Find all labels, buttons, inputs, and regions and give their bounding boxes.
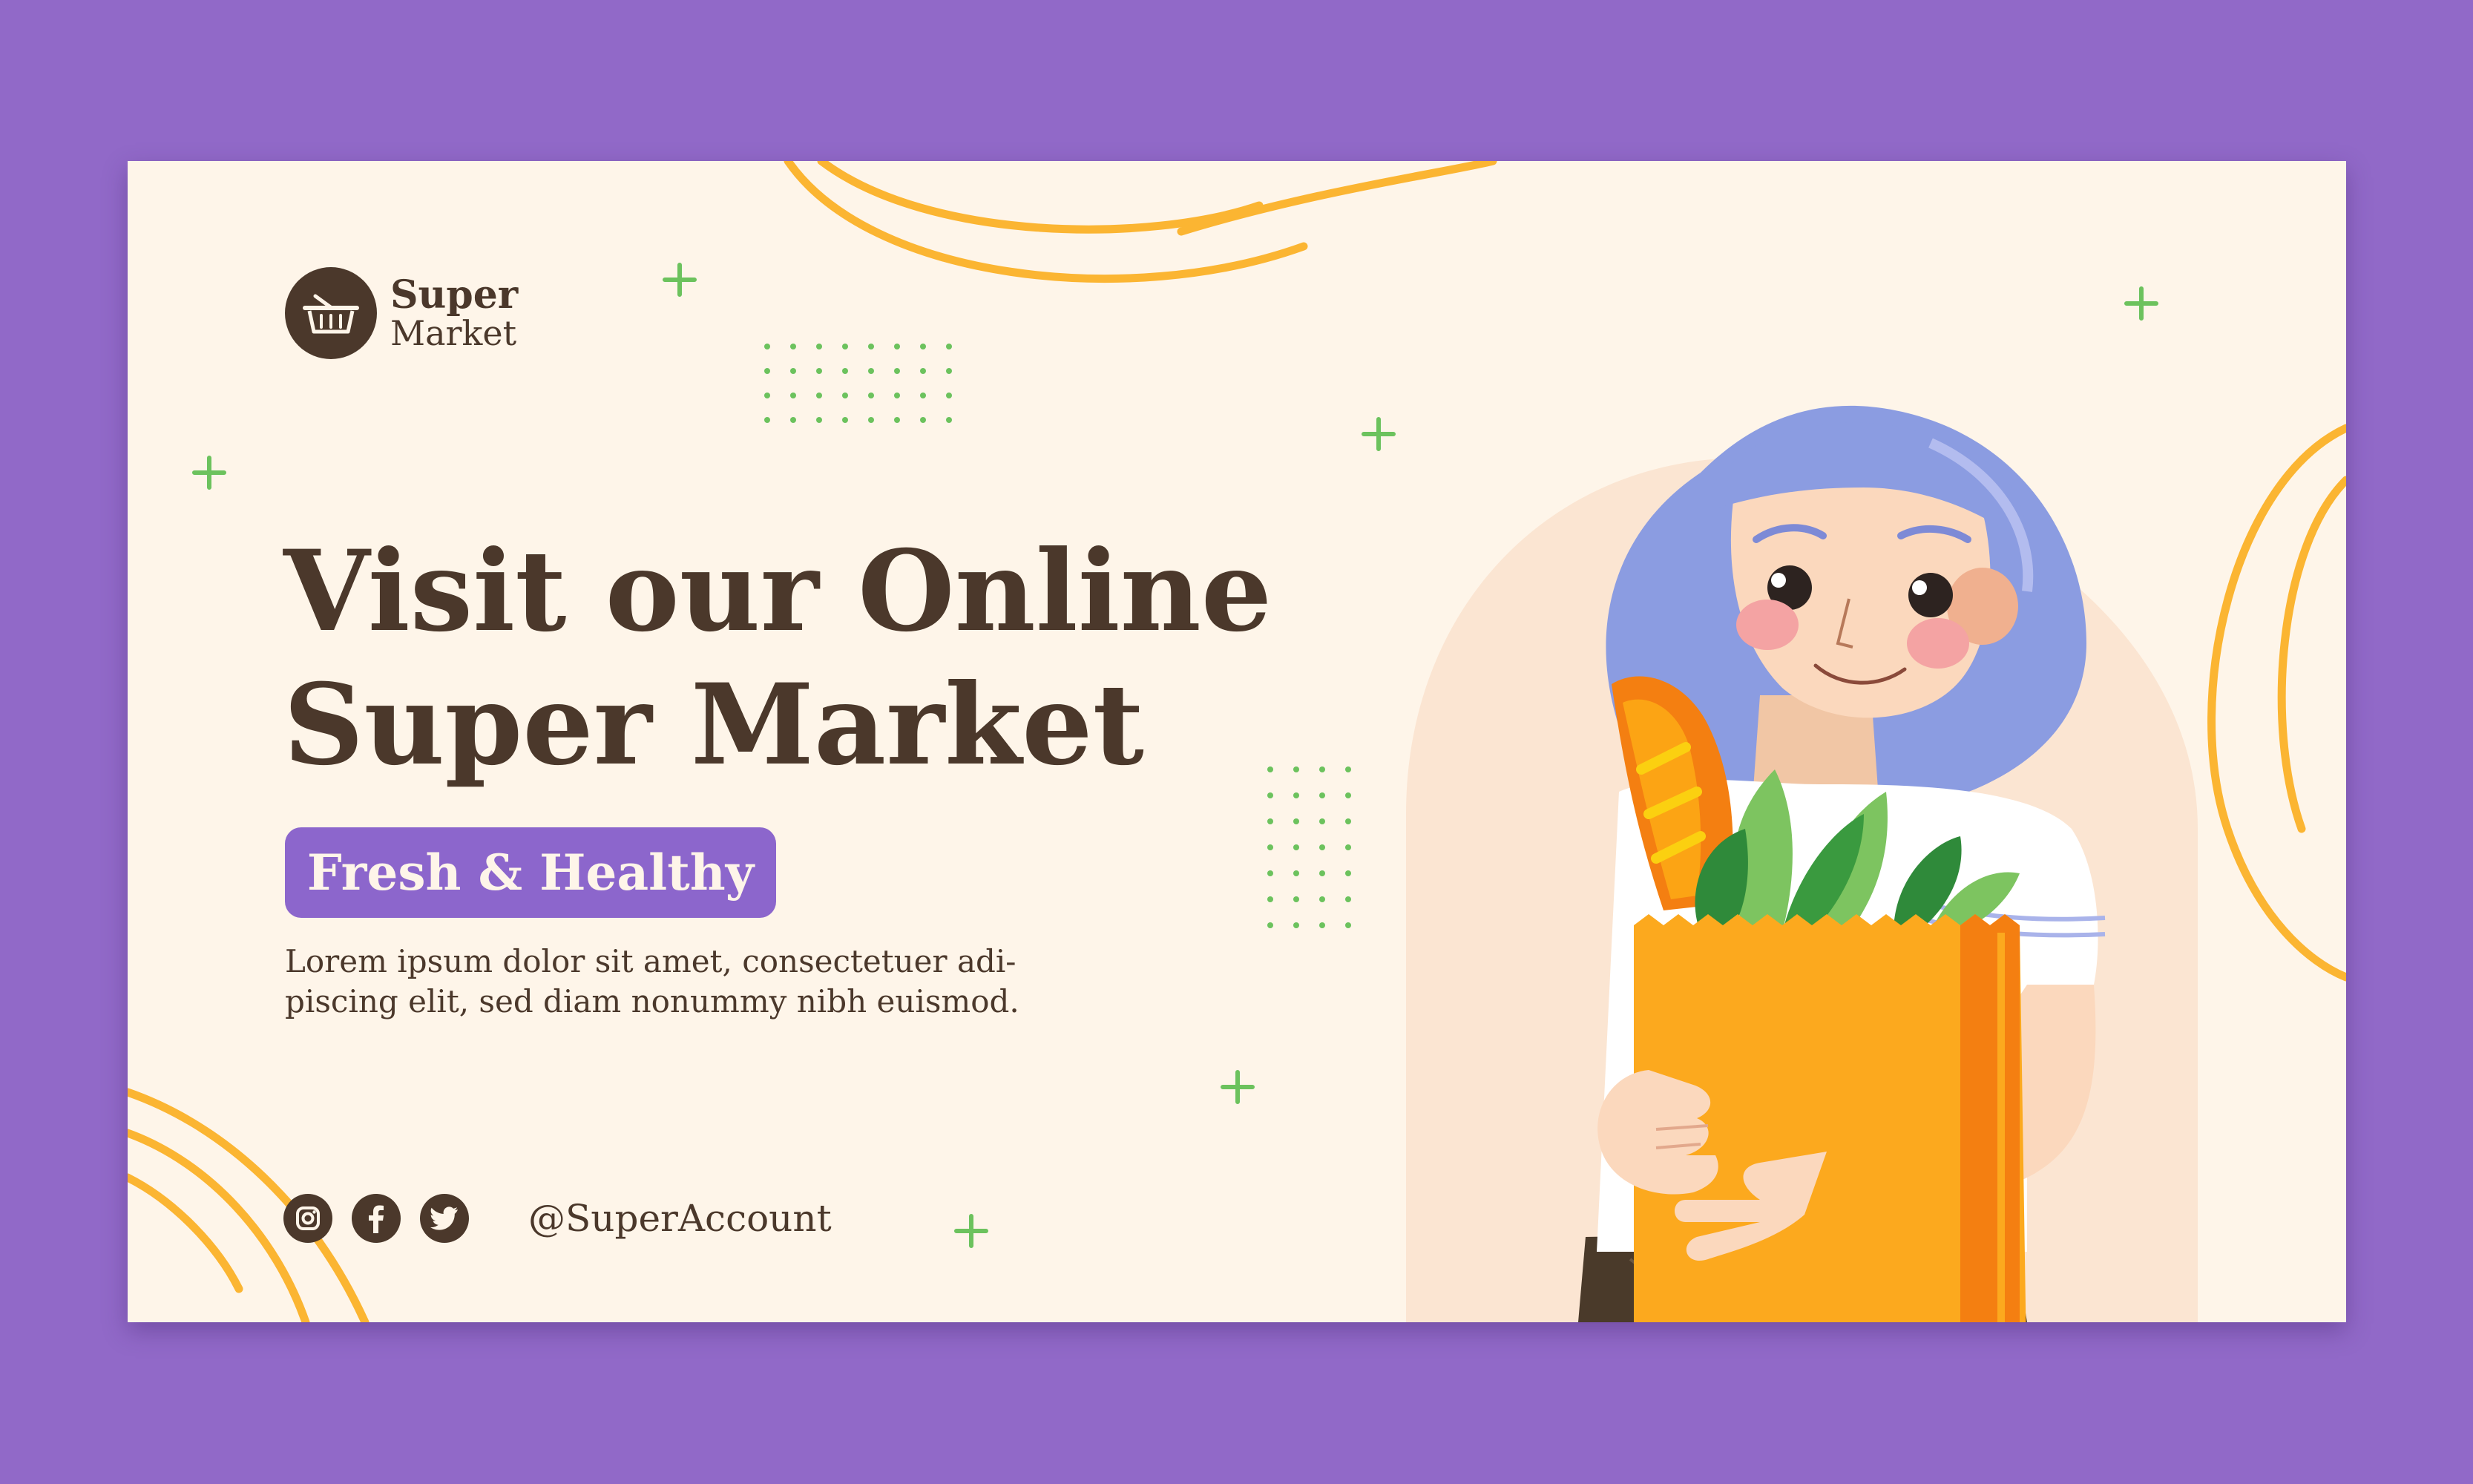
headline-line2: Super Market [283,660,1144,790]
body-text: Lorem ipsum dolor sit amet, consectetuer… [285,942,1064,1022]
facebook-icon[interactable] [352,1194,401,1243]
twitter-icon[interactable] [420,1194,469,1243]
headline-line1: Visit our Online [283,526,1272,657]
social-handle[interactable]: @SuperAccount [528,1197,832,1240]
woman-illustration [1578,405,2106,1322]
dot-grid-top [764,344,952,423]
fresh-healthy-badge: Fresh & Healthy [285,827,776,918]
shopping-basket-icon [285,267,377,359]
brand-logo[interactable]: Super Market [285,267,518,359]
top-ring-decoration [784,161,1497,283]
brand-name-line1: Super [390,272,519,318]
body-text-line1: Lorem ipsum dolor sit amet, consectetuer… [285,943,1017,979]
social-links: @SuperAccount [283,1194,832,1243]
banner-card: Super Market Visit our Online Super Mark… [128,161,2346,1322]
instagram-icon[interactable] [283,1194,332,1243]
right-ring-decoration [2207,424,2346,982]
body-text-line2: piscing elit, sed diam nonummy nibh euis… [285,983,1019,1020]
brand-name: Super Market [390,272,519,354]
headline: Visit our Online Super Market [283,525,1396,792]
brand-name-line2: Market [390,313,517,354]
